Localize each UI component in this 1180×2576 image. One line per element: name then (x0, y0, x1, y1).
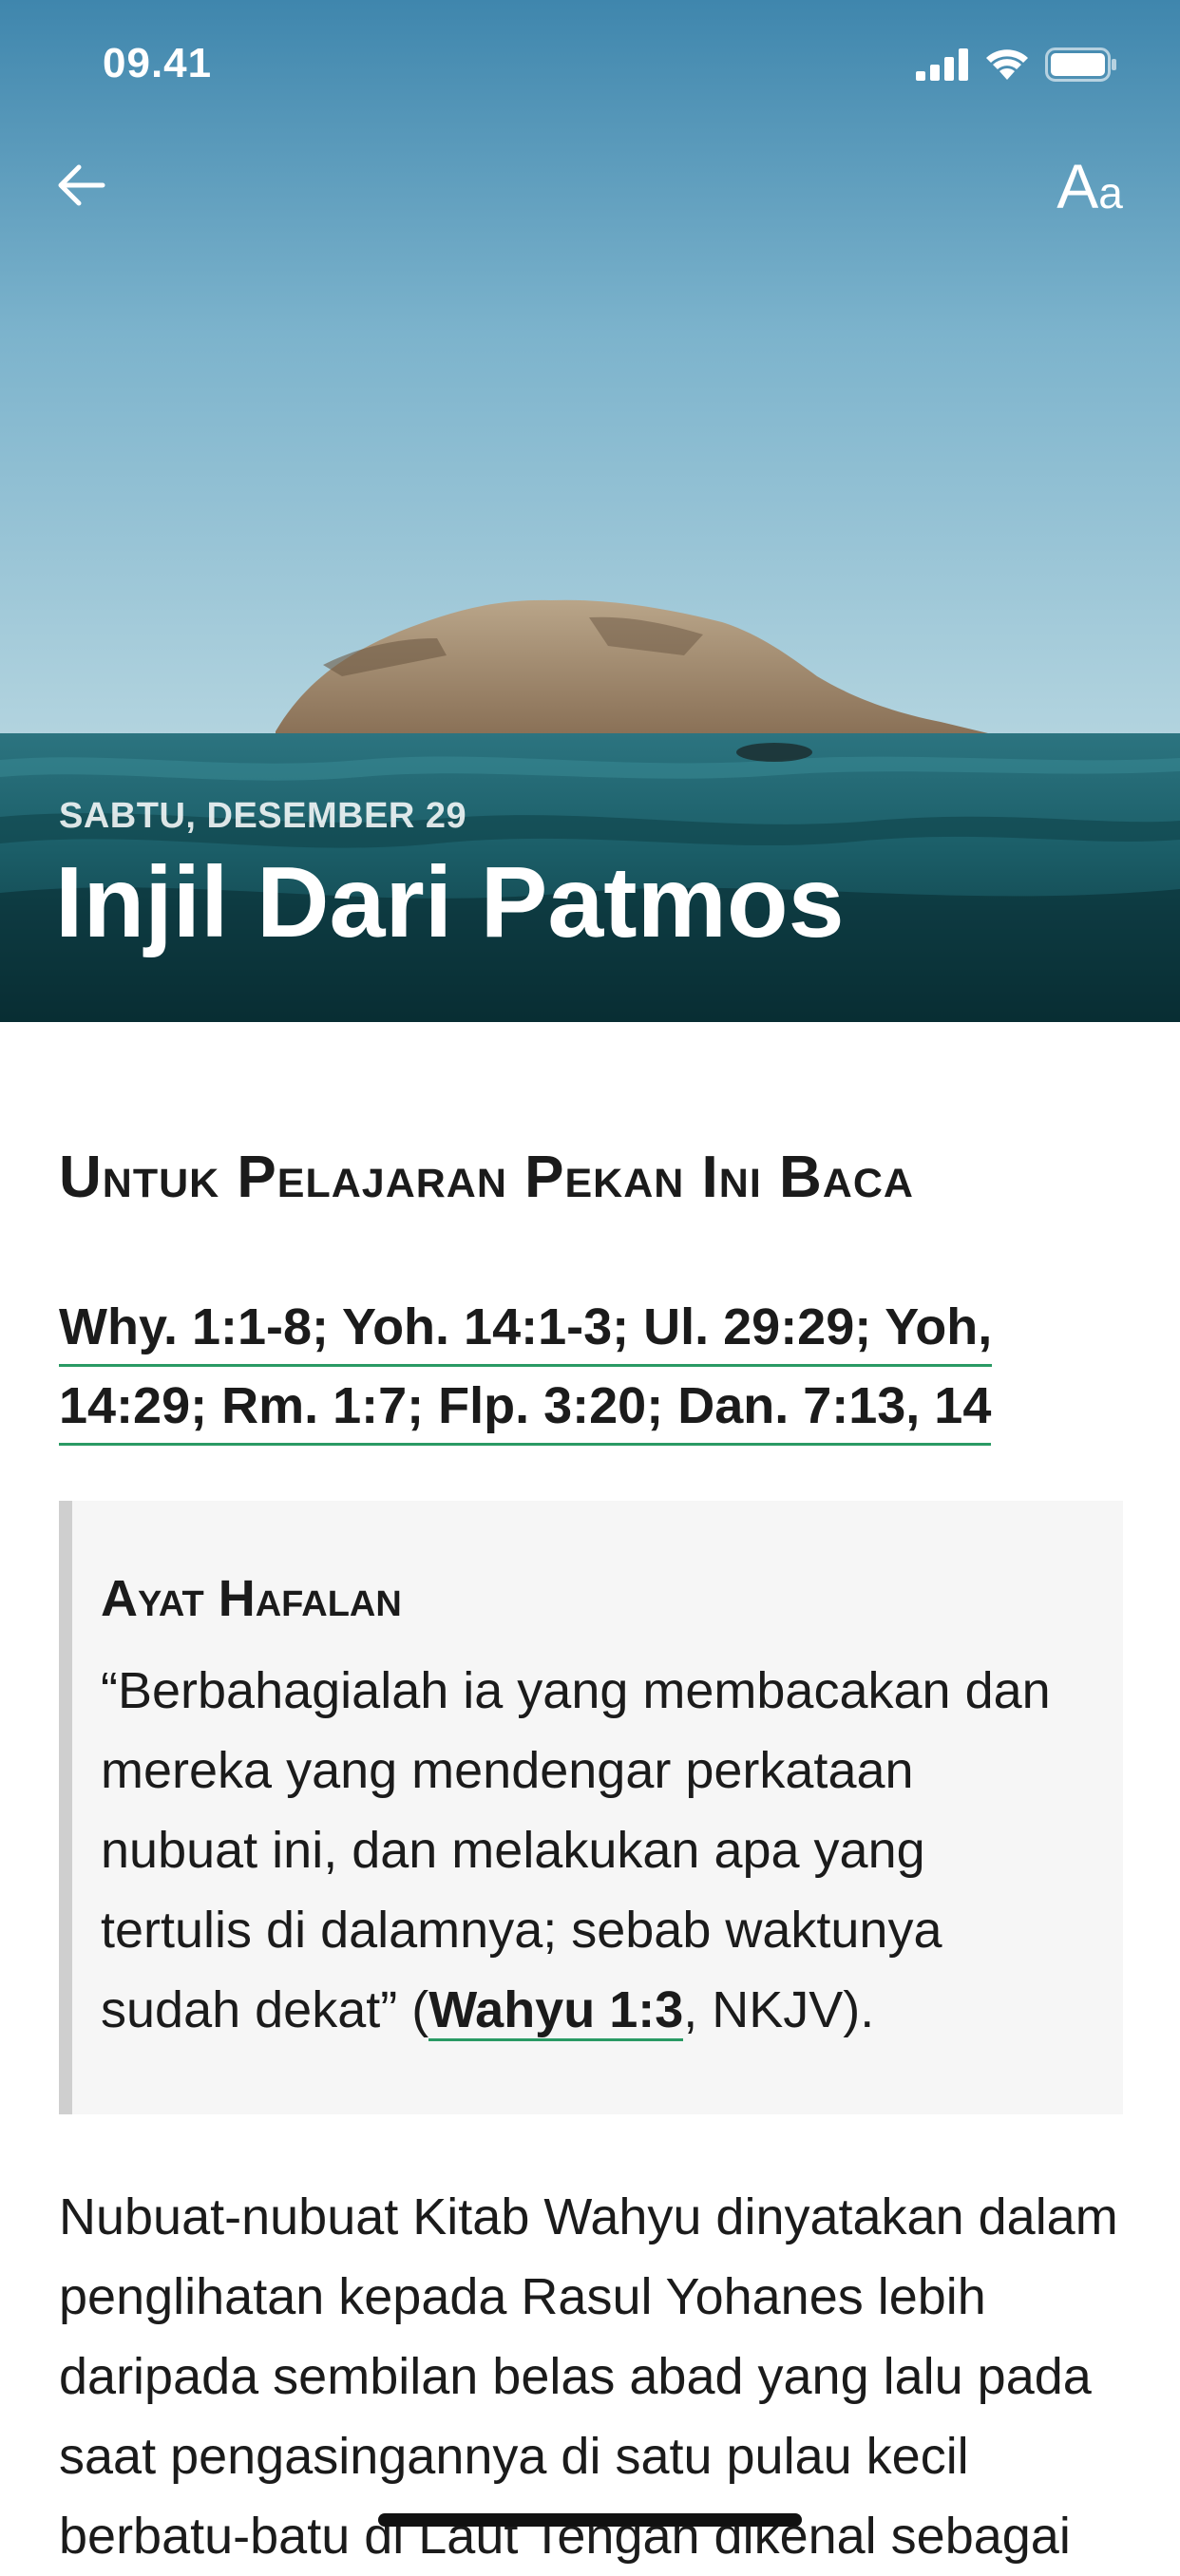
status-time: 09.41 (103, 40, 213, 86)
reading-heading: Untuk Pelajaran Pekan Ini Baca (59, 1145, 914, 1210)
back-button[interactable] (48, 152, 114, 218)
reading-references: Why. 1:1-8; Yoh. 14:1-3; Ul. 29:29; Yoh,… (59, 1288, 1123, 1446)
status-bar: 09.41 (0, 0, 1180, 133)
memory-verse-box: Ayat Hafalan “Berbahagialah ia yang memb… (59, 1501, 1123, 2114)
reference-link-line-2[interactable]: 14:29; Rm. 1:7; Flp. 3:20; Dan. 7:13, 14 (59, 1369, 992, 1446)
wifi-icon (986, 49, 1028, 80)
font-size-label-small: a (1098, 168, 1123, 218)
reference-link-line-1[interactable]: Why. 1:1-8; Yoh. 14:1-3; Ul. 29:29; Yoh, (59, 1290, 993, 1367)
hero-image: 09.41 Aa SABTU, DESEMBER 29 Injil Dari P… (0, 0, 1180, 1022)
font-size-button[interactable]: Aa (1047, 148, 1132, 224)
memory-verse-text: “Berbahagialah ia yang membacakan dan me… (101, 1651, 1079, 2050)
signal-icon (916, 48, 968, 81)
font-size-label-big: A (1056, 151, 1099, 221)
memory-verse-reference-link[interactable]: Wahyu 1:3 (428, 1981, 684, 2041)
arrow-left-icon (58, 164, 105, 206)
status-icons (916, 46, 1117, 84)
memory-verse-suffix: , NKJV). (683, 1981, 875, 2038)
battery-icon (1045, 47, 1116, 82)
lesson-title: Injil Dari Patmos (55, 846, 845, 958)
memory-verse-title: Ayat Hafalan (101, 1570, 402, 1627)
home-indicator[interactable] (378, 2513, 802, 2527)
lesson-date: SABTU, DESEMBER 29 (59, 796, 467, 836)
